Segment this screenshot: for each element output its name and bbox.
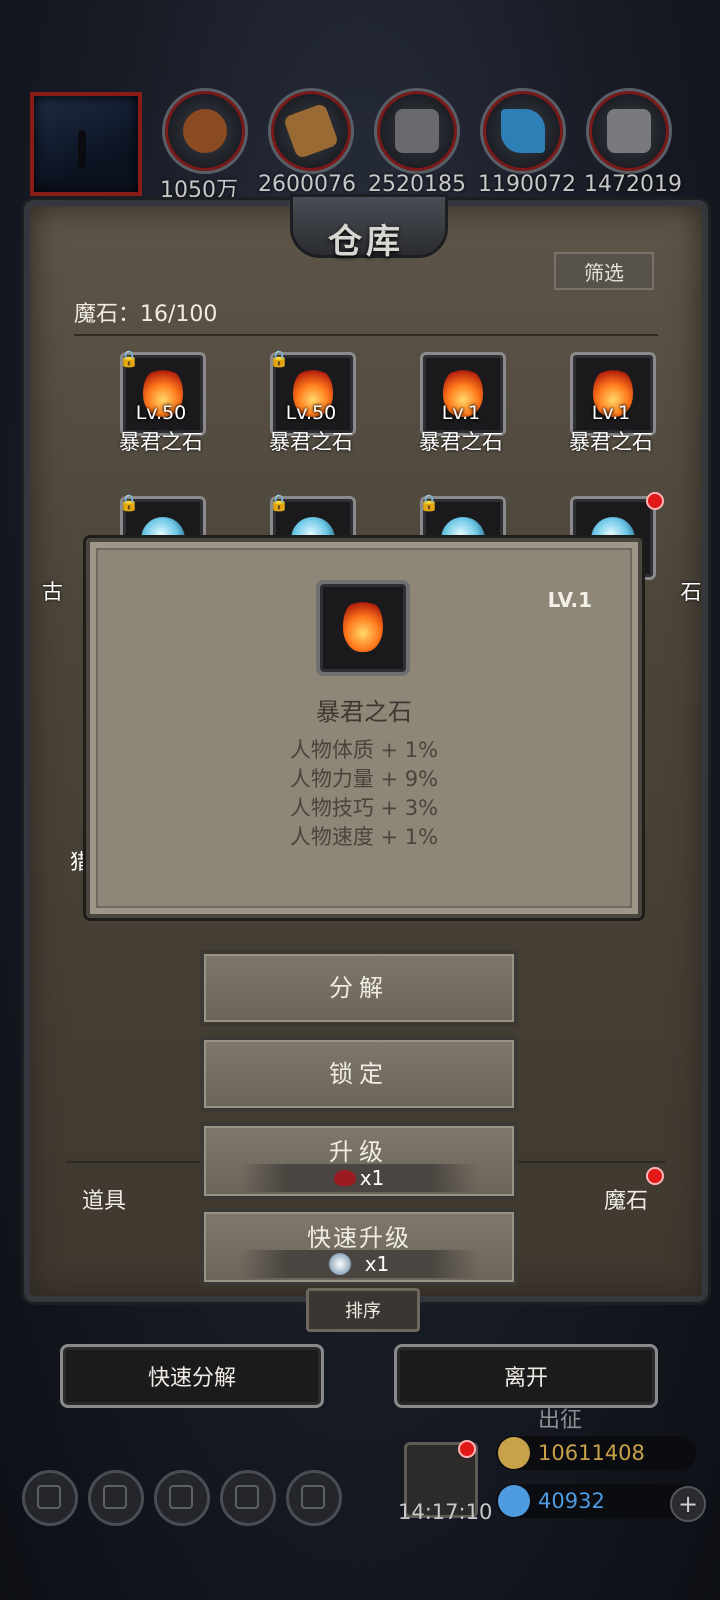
resource-bar: 1050万 2600076 2520185 1190072 1472019 bbox=[0, 88, 720, 203]
settings-icon[interactable] bbox=[22, 1470, 78, 1526]
item-name: 暴君之石 bbox=[269, 430, 353, 454]
stat-line: 人物速度 + 1% bbox=[289, 825, 439, 849]
player-portrait[interactable] bbox=[30, 92, 142, 196]
planks-icon bbox=[268, 88, 354, 174]
crystal-value: 1190072 bbox=[478, 172, 576, 197]
notification-dot bbox=[646, 492, 664, 510]
upgrade-cost: x1 bbox=[240, 1164, 478, 1192]
item-level: LV.1 bbox=[547, 588, 592, 612]
quick-upgrade-cost: x1 bbox=[240, 1250, 478, 1278]
item-name: 暴君之石 bbox=[119, 430, 203, 454]
lock-label: 锁定 bbox=[329, 1060, 389, 1088]
stat-line: 人物体质 + 1% bbox=[289, 738, 439, 762]
steel-plate-value: 1472019 bbox=[584, 172, 682, 197]
tab-items[interactable]: 道具 bbox=[82, 1183, 126, 1215]
item-slot[interactable]: Lv.1 暴君之石 bbox=[386, 352, 536, 462]
expedition-label: 出征 bbox=[538, 1408, 583, 1433]
red-gem-icon bbox=[333, 1170, 356, 1186]
quick-decompose-button[interactable]: 快速分解 bbox=[60, 1344, 324, 1408]
item-icon bbox=[316, 580, 410, 676]
add-currency-button[interactable]: + bbox=[670, 1486, 706, 1522]
item-name: 暴君之石 bbox=[419, 430, 503, 454]
diamond-counter: 40932 bbox=[496, 1484, 696, 1518]
leave-button[interactable]: 离开 bbox=[394, 1344, 658, 1408]
item-slot[interactable]: Lv.1 暴君之石 bbox=[536, 352, 686, 462]
shield-icon[interactable] bbox=[286, 1470, 342, 1526]
quick-upgrade-label: 快速升级 bbox=[307, 1224, 411, 1252]
item-level: Lv.1 bbox=[591, 402, 631, 424]
decompose-button[interactable]: 分解 bbox=[200, 950, 518, 1026]
gold-counter: 10611408 bbox=[496, 1436, 696, 1470]
item-detail-popup: LV.1 暴君之石 人物体质 + 1% 人物力量 + 9% 人物技巧 + 3% … bbox=[86, 538, 642, 918]
lock-icon: 🔒 bbox=[269, 349, 289, 368]
lock-icon: 🔒 bbox=[419, 493, 439, 512]
item-level: Lv.50 bbox=[135, 402, 187, 424]
crystal-icon bbox=[480, 88, 566, 174]
item-name: 暴君之石 bbox=[569, 430, 653, 454]
upgrade-cost-value: x1 bbox=[359, 1166, 385, 1190]
gold-value: 10611408 bbox=[538, 1441, 645, 1465]
item-slot[interactable]: 🔒 Lv.50 暴君之石 bbox=[86, 349, 236, 462]
mail-icon[interactable] bbox=[220, 1470, 276, 1526]
gift-timer: 14:17:10 bbox=[398, 1500, 493, 1524]
lock-icon: 🔒 bbox=[269, 493, 289, 512]
decompose-label: 分解 bbox=[329, 974, 389, 1002]
stone-count: 魔石：16/100 bbox=[74, 302, 218, 327]
tab-magic-stones[interactable]: 魔石 bbox=[604, 1183, 648, 1215]
item-level: Lv.1 bbox=[441, 402, 481, 424]
item-name: 暴君之石 bbox=[316, 698, 412, 726]
gold-coin-icon bbox=[498, 1437, 530, 1469]
upgrade-label: 升级 bbox=[329, 1138, 389, 1166]
item-slot[interactable]: 🔒 Lv.50 暴君之石 bbox=[236, 349, 386, 462]
stat-list: 人物体质 + 1% 人物力量 + 9% 人物技巧 + 3% 人物速度 + 1% bbox=[90, 736, 638, 852]
wood-log-icon bbox=[162, 88, 248, 174]
filter-button[interactable]: 筛选 bbox=[554, 252, 654, 290]
lock-button[interactable]: 锁定 bbox=[200, 1036, 518, 1112]
quick-upgrade-cost-value: x1 bbox=[364, 1252, 390, 1276]
compass-icon[interactable] bbox=[88, 1470, 144, 1526]
quick-upgrade-button[interactable]: 快速升级 x1 bbox=[200, 1208, 518, 1286]
flame-stone-icon bbox=[343, 598, 383, 652]
item-level: Lv.50 bbox=[285, 402, 337, 424]
door-icon[interactable] bbox=[154, 1470, 210, 1526]
divider bbox=[74, 334, 658, 336]
stat-line: 人物技巧 + 3% bbox=[289, 796, 439, 820]
sort-button[interactable]: 排序 bbox=[306, 1288, 420, 1332]
diamond-icon bbox=[498, 1485, 530, 1517]
notification-dot bbox=[458, 1440, 476, 1458]
upgrade-button[interactable]: 升级 x1 bbox=[200, 1122, 518, 1200]
diamond-value: 40932 bbox=[538, 1489, 605, 1513]
notification-dot bbox=[646, 1167, 664, 1185]
crystal-icon bbox=[328, 1253, 351, 1275]
stat-line: 人物力量 + 9% bbox=[289, 767, 439, 791]
iron-ingot-icon bbox=[374, 88, 460, 174]
steel-plate-icon bbox=[586, 88, 672, 174]
lock-icon: 🔒 bbox=[119, 493, 139, 512]
lock-icon: 🔒 bbox=[119, 349, 139, 368]
